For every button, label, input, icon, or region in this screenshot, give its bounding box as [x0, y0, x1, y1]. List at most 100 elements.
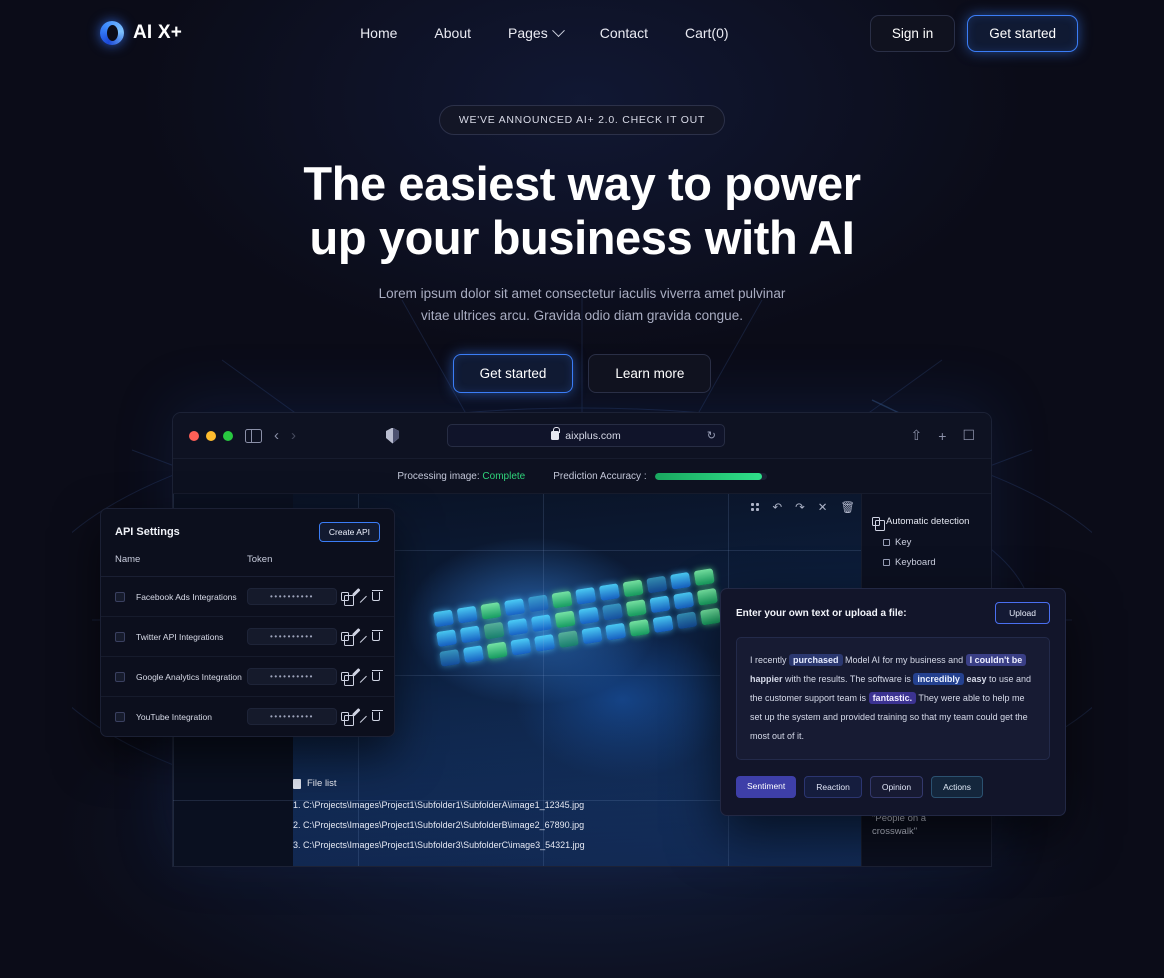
api-token-field[interactable]: •••••••••• — [247, 708, 337, 725]
tabs-icon[interactable]: ☐ — [962, 427, 975, 444]
shield-icon[interactable] — [386, 427, 399, 444]
sidebar-toggle-icon[interactable] — [245, 428, 262, 443]
delete-icon[interactable] — [371, 709, 383, 721]
redo-icon[interactable]: ↷ — [795, 500, 805, 514]
page-root: AI X+ Home About Pages Contact Cart(0) S… — [0, 0, 1164, 978]
brand-logo[interactable]: AI X+ — [100, 21, 182, 45]
brand-name: AI X+ — [133, 22, 183, 43]
processing-status: Processing image: Complete — [397, 471, 525, 482]
hero-cta-group: Get started Learn more — [0, 354, 1164, 393]
file-list-item[interactable]: 1. C:\Projects\Images\Project1\Subfolder… — [293, 800, 585, 810]
reload-icon[interactable]: ↻ — [707, 429, 716, 442]
processing-status-bar: Processing image: Complete Prediction Ac… — [173, 459, 991, 494]
nav-item-about[interactable]: About — [434, 25, 471, 41]
api-row-name: Facebook Ads Integrations — [136, 591, 237, 602]
close-window-icon[interactable] — [189, 430, 199, 441]
table-row[interactable]: Twitter API Integrations •••••••••• — [101, 617, 394, 657]
text-analysis-textarea[interactable]: I recently purchased Model AI for my bus… — [736, 637, 1050, 760]
nav-label: Contact — [599, 25, 648, 41]
edit-icon[interactable] — [354, 710, 367, 723]
hero-learn-more-button[interactable]: Learn more — [588, 354, 712, 393]
copy-icon[interactable] — [341, 712, 355, 727]
nav-item-cart[interactable]: Cart(0) — [685, 25, 729, 41]
highlight-incredibly: incredibly — [913, 673, 964, 685]
copy-icon — [872, 517, 886, 532]
tag-reaction[interactable]: Reaction — [804, 776, 862, 798]
hero-sub-line-1: Lorem ipsum dolor sit amet consectetur i… — [378, 286, 786, 301]
delete-icon[interactable] — [371, 629, 383, 641]
api-token-field[interactable]: •••••••••• — [247, 628, 337, 645]
file-list-item[interactable]: 2. C:\Projects\Images\Project1\Subfolder… — [293, 820, 585, 830]
detection-item-label: Keyboard — [895, 557, 936, 568]
nav-label: About — [434, 25, 472, 41]
api-token-field[interactable]: •••••••••• — [247, 588, 337, 605]
nav-label: Pages — [508, 25, 548, 41]
lock-icon — [551, 427, 560, 440]
delete-icon[interactable] — [371, 669, 383, 681]
column-header-name: Name — [115, 554, 141, 565]
accuracy-status: Prediction Accuracy : — [553, 471, 767, 482]
minimize-window-icon[interactable] — [206, 430, 216, 441]
row-checkbox[interactable] — [115, 591, 125, 602]
table-row[interactable]: Facebook Ads Integrations •••••••••• — [101, 577, 394, 617]
header-actions: Sign in Get started — [869, 14, 1078, 52]
plus-icon[interactable]: + — [938, 428, 946, 444]
headline-line-2: up your business with AI — [309, 211, 855, 264]
detection-item-keyboard[interactable]: Keyboard — [883, 557, 991, 568]
trash-icon[interactable]: 🗑 — [840, 500, 855, 514]
browser-toolbar: ‹ › aixplus.com ↻ ⇧ + ☐ — [173, 413, 991, 459]
tag-actions[interactable]: Actions — [931, 776, 984, 798]
edit-icon[interactable] — [354, 670, 367, 683]
analysis-tag-group: Sentiment Reaction Opinion Actions — [736, 776, 1050, 798]
detection-item-key[interactable]: Key — [883, 537, 991, 548]
copy-icon[interactable] — [341, 632, 355, 647]
copy-icon[interactable] — [341, 592, 355, 607]
back-icon[interactable]: ‹ — [274, 428, 279, 443]
quote-line-b: crosswalk" — [872, 826, 918, 837]
row-checkbox[interactable] — [115, 631, 125, 642]
api-settings-title: API Settings — [115, 526, 180, 538]
tag-opinion[interactable]: Opinion — [869, 776, 924, 798]
nav-item-contact[interactable]: Contact — [600, 25, 648, 41]
hero-get-started-button[interactable]: Get started — [452, 354, 574, 393]
accuracy-progress-bar — [654, 472, 767, 480]
create-api-button[interactable]: Create API — [318, 522, 380, 542]
detection-item-label: Key — [895, 537, 912, 548]
edit-icon[interactable] — [354, 630, 367, 643]
api-panel-header: API Settings Create API — [101, 509, 394, 542]
table-row[interactable]: YouTube Integration •••••••••• — [101, 697, 394, 736]
hero-subtitle: Lorem ipsum dolor sit amet consectetur i… — [0, 283, 1164, 327]
file-list-item[interactable]: 3. C:\Projects\Images\Project1\Subfolder… — [293, 840, 585, 850]
row-actions — [341, 629, 383, 647]
nav-item-pages[interactable]: Pages — [508, 23, 565, 41]
tag-sentiment[interactable]: Sentiment — [736, 776, 797, 798]
page-title: The easiest way to power up your busines… — [0, 157, 1164, 265]
forward-icon[interactable]: › — [291, 428, 296, 443]
file-list-title: File list — [307, 778, 337, 789]
file-list-panel: File list 1. C:\Projects\Images\Project1… — [293, 778, 585, 850]
close-icon[interactable]: ✕ — [818, 500, 828, 514]
text-analysis-panel: Enter your own text or upload a file: Up… — [720, 588, 1066, 816]
maximize-window-icon[interactable] — [223, 430, 233, 441]
nav-item-home[interactable]: Home — [360, 25, 397, 41]
table-row[interactable]: Google Analytics Integration •••••••••• — [101, 657, 394, 697]
row-checkbox[interactable] — [115, 711, 125, 722]
undo-icon[interactable]: ↶ — [772, 500, 782, 514]
sign-in-button[interactable]: Sign in — [869, 14, 956, 52]
row-checkbox[interactable] — [115, 671, 125, 682]
nav-label: Home — [360, 25, 398, 41]
upload-button[interactable]: Upload — [995, 602, 1050, 624]
api-token-field[interactable]: •••••••••• — [247, 668, 337, 685]
grid-handle-icon[interactable] — [751, 503, 760, 511]
row-actions — [341, 709, 383, 727]
delete-icon[interactable] — [371, 589, 383, 601]
get-started-button[interactable]: Get started — [967, 14, 1078, 52]
announcement-badge[interactable]: WE'VE ANNOUNCED AI+ 2.0. CHECK IT OUT — [438, 105, 726, 135]
address-bar[interactable]: aixplus.com ↻ — [447, 424, 725, 447]
share-icon[interactable]: ⇧ — [911, 427, 923, 444]
window-traffic-lights[interactable] — [189, 430, 233, 441]
copy-icon[interactable] — [341, 672, 355, 687]
site-header: AI X+ Home About Pages Contact Cart(0) S… — [0, 0, 1164, 66]
api-row-name: YouTube Integration — [136, 711, 212, 722]
edit-icon[interactable] — [354, 590, 367, 603]
